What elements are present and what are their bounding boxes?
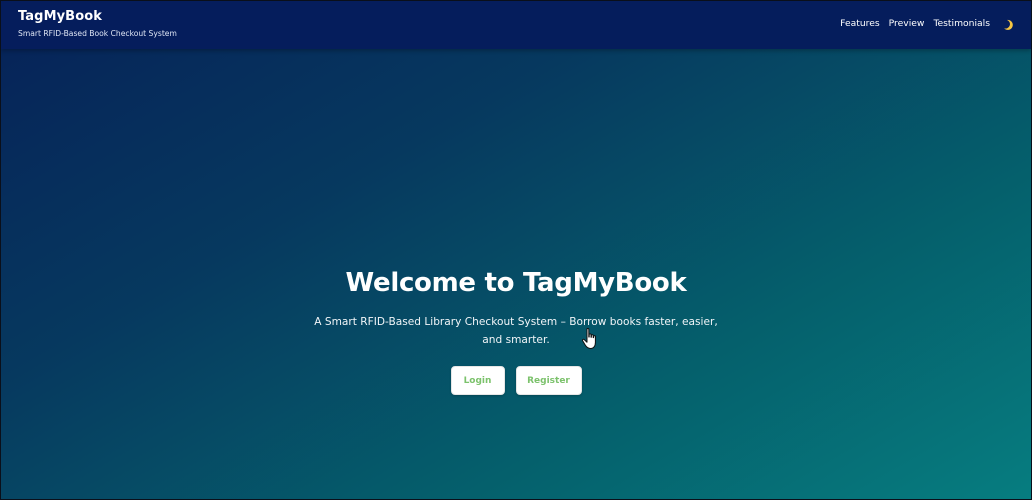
hero-section: Welcome to TagMyBook A Smart RFID-Based …: [1, 263, 1031, 395]
nav-link-testimonials[interactable]: Testimonials: [933, 18, 990, 30]
nav-links: Features Preview Testimonials: [840, 17, 1015, 31]
nav-link-preview[interactable]: Preview: [889, 18, 925, 30]
login-button[interactable]: Login: [450, 366, 505, 395]
register-button[interactable]: Register: [515, 366, 582, 395]
navbar: TagMyBook Smart RFID-Based Book Checkout…: [1, 1, 1031, 49]
brand: TagMyBook Smart RFID-Based Book Checkout…: [18, 9, 177, 39]
hero-subtitle: A Smart RFID-Based Library Checkout Syst…: [314, 316, 718, 346]
nav-link-features[interactable]: Features: [840, 18, 880, 30]
hero-actions: Login Register: [1, 366, 1031, 395]
moon-icon: [1004, 19, 1013, 30]
landing-page: TagMyBook Smart RFID-Based Book Checkout…: [0, 0, 1032, 500]
hero-title: Welcome to TagMyBook: [345, 268, 687, 298]
theme-toggle-button[interactable]: [1001, 17, 1015, 31]
hand-cursor-icon: [581, 328, 596, 349]
brand-tagline: Smart RFID-Based Book Checkout System: [18, 29, 177, 38]
brand-title[interactable]: TagMyBook: [18, 9, 177, 25]
